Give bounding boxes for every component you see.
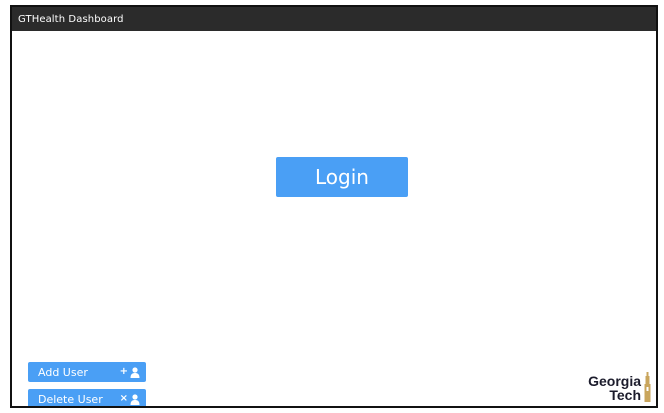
app-title: GTHealth Dashboard xyxy=(18,13,124,25)
close-icon: × xyxy=(119,393,128,404)
user-icon xyxy=(130,393,140,405)
login-button[interactable]: Login xyxy=(276,157,408,197)
add-user-button[interactable]: Add User + xyxy=(28,362,146,382)
logo-line-tech: Tech xyxy=(609,386,641,403)
add-user-icons: + xyxy=(120,367,140,378)
delete-user-label: Delete User xyxy=(38,392,103,406)
app-window: GTHealth Dashboard Login Add User + Dele… xyxy=(10,5,658,408)
tech-tower-icon xyxy=(644,372,651,402)
georgia-tech-logo: Georgia Tech xyxy=(588,372,652,402)
delete-user-button[interactable]: Delete User × xyxy=(28,389,146,406)
user-icon xyxy=(130,366,140,378)
add-user-label: Add User xyxy=(38,365,88,379)
delete-user-icons: × xyxy=(120,394,140,405)
plus-icon: + xyxy=(119,366,128,377)
title-bar: GTHealth Dashboard xyxy=(12,7,656,31)
